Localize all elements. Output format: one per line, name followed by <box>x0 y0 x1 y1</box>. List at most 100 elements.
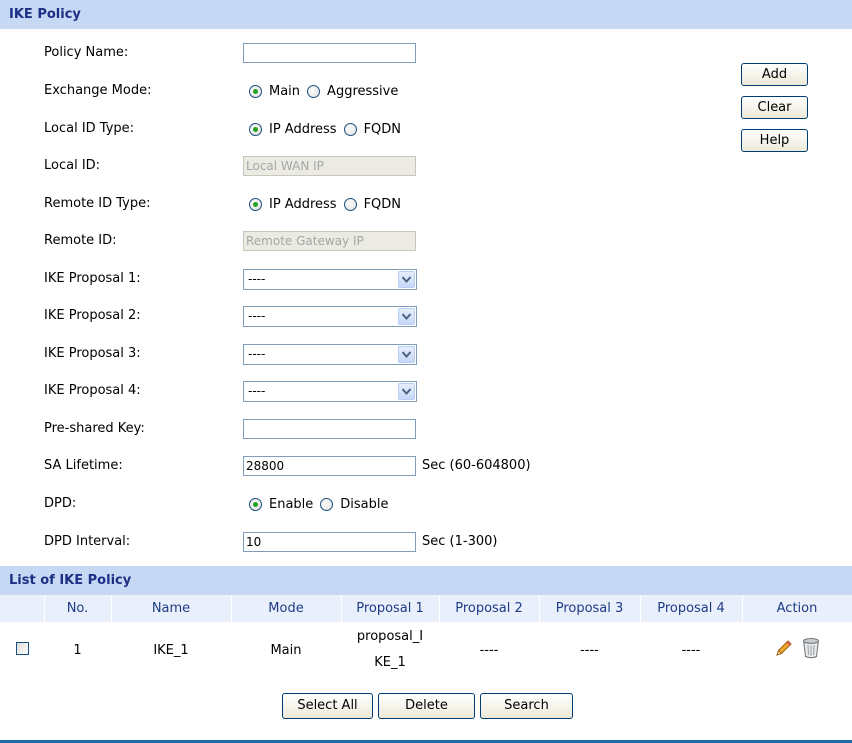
row-proposal-4: ---- <box>640 622 742 679</box>
row-dpd-interval: DPD Interval: 10 Sec (1-300) <box>0 524 700 560</box>
local-id-type-label: Local ID Type: <box>44 121 135 136</box>
table-row: 1 IKE_1 Main proposal_IKE_1 ---- ---- --… <box>0 622 852 679</box>
remote-id-label: Remote ID: <box>44 233 117 248</box>
add-button[interactable]: Add <box>741 63 808 86</box>
row-local-id-type: Local ID Type: IP Address FQDN <box>0 111 700 147</box>
ike-policy-header: IKE Policy <box>0 0 852 29</box>
row-proposal-1: proposal_IKE_1 <box>356 629 424 670</box>
row-proposal-3: ---- <box>539 622 640 679</box>
exchange-mode-label: Exchange Mode: <box>44 83 152 98</box>
row-select-checkbox[interactable] <box>16 641 29 655</box>
exchange-mode-radio-group: Main Aggressive <box>249 73 405 109</box>
ike-proposal-2-value: ---- <box>248 309 266 323</box>
list-ike-policy-title: List of IKE Policy <box>9 573 132 588</box>
dpd-label: DPD: <box>44 496 77 511</box>
row-remote-id: Remote ID: Remote Gateway IP <box>0 223 700 259</box>
col-proposal-2-header: Proposal 2 <box>439 595 540 622</box>
col-action-header: Action <box>742 595 852 622</box>
local-id-type-ip-radio[interactable] <box>249 122 262 136</box>
edit-pencil-icon[interactable] <box>774 638 794 662</box>
clear-button[interactable]: Clear <box>741 96 808 119</box>
col-name-header: Name <box>111 595 232 622</box>
pre-shared-key-input[interactable] <box>243 419 416 439</box>
dpd-enable-radio[interactable] <box>249 497 262 511</box>
local-id-type-radio-group: IP Address FQDN <box>249 111 408 147</box>
row-dpd: DPD: Enable Disable <box>0 486 700 522</box>
row-proposal-2: ---- <box>439 622 539 679</box>
dpd-interval-input[interactable]: 10 <box>243 532 416 552</box>
ike-proposal-3-label: IKE Proposal 3: <box>44 346 141 361</box>
help-button[interactable]: Help <box>741 129 808 152</box>
policy-name-input[interactable] <box>243 43 416 63</box>
sa-lifetime-label: SA Lifetime: <box>44 458 123 473</box>
pre-shared-key-label: Pre-shared Key: <box>44 421 145 436</box>
local-id-type-ip-label: IP Address <box>269 121 337 137</box>
ike-policy-title: IKE Policy <box>9 7 81 22</box>
row-remote-id-type: Remote ID Type: IP Address FQDN <box>0 186 700 222</box>
ike-policy-table: No. Name Mode Proposal 1 Proposal 2 Prop… <box>0 595 852 679</box>
exchange-mode-aggressive-radio[interactable] <box>307 84 321 98</box>
ike-proposal-4-label: IKE Proposal 4: <box>44 383 141 398</box>
local-id-input[interactable]: Local WAN IP <box>243 156 416 176</box>
local-id-type-fqdn-label: FQDN <box>363 121 402 137</box>
dpd-interval-unit: Sec (1-300) <box>422 534 498 549</box>
local-id-type-fqdn-radio[interactable] <box>343 122 357 136</box>
policy-name-label: Policy Name: <box>44 45 129 60</box>
sa-lifetime-unit: Sec (60-604800) <box>422 458 531 473</box>
row-no: 1 <box>44 622 111 679</box>
table-header-row: No. Name Mode Proposal 1 Proposal 2 Prop… <box>0 595 852 622</box>
row-sa-lifetime: SA Lifetime: 28800 Sec (60-604800) <box>0 448 700 484</box>
remote-id-input[interactable]: Remote Gateway IP <box>243 231 416 251</box>
row-action <box>742 622 852 679</box>
select-arrow-icon[interactable] <box>398 346 415 363</box>
local-id-label: Local ID: <box>44 158 101 173</box>
remote-id-type-fqdn-radio[interactable] <box>343 197 357 211</box>
row-name: IKE_1 <box>111 622 231 679</box>
dpd-disable-label: Disable <box>340 496 389 512</box>
remote-id-type-radio-group: IP Address FQDN <box>249 186 408 222</box>
select-arrow-icon[interactable] <box>398 308 415 325</box>
row-ike-proposal-1: IKE Proposal 1: ---- <box>0 261 700 297</box>
row-exchange-mode: Exchange Mode: Main Aggressive <box>0 73 700 109</box>
ike-proposal-1-label: IKE Proposal 1: <box>44 271 141 286</box>
row-ike-proposal-2: IKE Proposal 2: ---- <box>0 298 700 334</box>
sa-lifetime-input[interactable]: 28800 <box>243 456 416 476</box>
exchange-mode-aggressive-label: Aggressive <box>327 83 399 99</box>
remote-id-type-label: Remote ID Type: <box>44 196 151 211</box>
dpd-radio-group: Enable Disable <box>249 486 396 522</box>
row-local-id: Local ID: Local WAN IP <box>0 148 700 184</box>
select-arrow-icon[interactable] <box>398 271 415 288</box>
remote-id-type-ip-label: IP Address <box>269 196 337 212</box>
dpd-disable-radio[interactable] <box>320 497 334 511</box>
row-ike-proposal-4: IKE Proposal 4: ---- <box>0 373 700 409</box>
delete-button[interactable]: Delete <box>378 693 475 719</box>
ike-proposal-3-select[interactable]: ---- <box>243 344 417 365</box>
ike-proposal-2-select[interactable]: ---- <box>243 306 417 327</box>
select-all-button[interactable]: Select All <box>282 693 373 719</box>
exchange-mode-main-label: Main <box>269 83 301 99</box>
col-proposal-3-header: Proposal 3 <box>539 595 641 622</box>
row-pre-shared-key: Pre-shared Key: <box>0 411 700 447</box>
remote-id-type-fqdn-label: FQDN <box>363 196 402 212</box>
search-button[interactable]: Search <box>480 693 573 719</box>
ike-proposal-1-value: ---- <box>248 272 266 286</box>
ike-proposal-1-select[interactable]: ---- <box>243 269 417 290</box>
delete-trash-icon[interactable] <box>802 637 820 663</box>
ike-proposal-4-select[interactable]: ---- <box>243 381 417 402</box>
row-proposal-1-cell: proposal_IKE_1 <box>341 622 439 679</box>
row-ike-proposal-3: IKE Proposal 3: ---- <box>0 336 700 372</box>
col-no-header: No. <box>44 595 112 622</box>
ike-proposal-2-label: IKE Proposal 2: <box>44 308 141 323</box>
dpd-interval-label: DPD Interval: <box>44 534 131 549</box>
dpd-enable-label: Enable <box>269 496 314 512</box>
ike-proposal-3-value: ---- <box>248 347 266 361</box>
col-mode-header: Mode <box>231 595 342 622</box>
remote-id-type-ip-radio[interactable] <box>249 197 262 211</box>
row-select-cell <box>0 622 44 679</box>
col-proposal-1-header: Proposal 1 <box>341 595 440 622</box>
select-arrow-icon[interactable] <box>398 383 415 400</box>
ike-proposal-4-value: ---- <box>248 384 266 398</box>
col-proposal-4-header: Proposal 4 <box>640 595 743 622</box>
row-policy-name: Policy Name: <box>0 35 700 71</box>
exchange-mode-main-radio[interactable] <box>249 84 262 98</box>
